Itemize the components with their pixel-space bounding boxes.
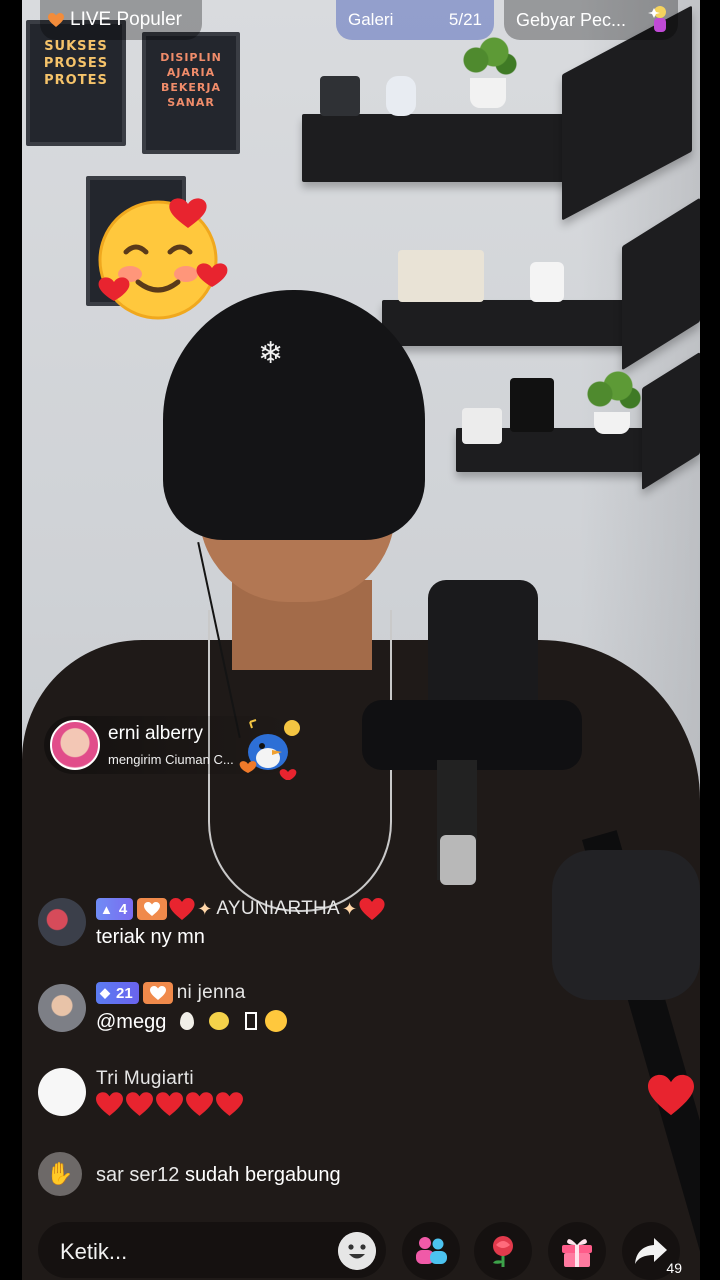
avatar[interactable] [38, 1068, 86, 1116]
sparkle-figure-icon[interactable] [648, 4, 672, 36]
heart-icon [359, 898, 385, 920]
fan-badge [142, 982, 173, 1004]
shelf-figure [320, 76, 360, 116]
shelf [302, 114, 582, 182]
avatar[interactable] [38, 984, 86, 1032]
mic-connector [440, 835, 476, 885]
rose-button[interactable] [474, 1222, 532, 1280]
fairy-icon: ✦ [342, 898, 358, 920]
live-populer-label: LIVE Populer [70, 9, 182, 30]
gift-message: mengirim Ciuman C... [108, 752, 234, 767]
potted-plant [582, 370, 642, 434]
share-count: 49 [666, 1260, 682, 1276]
comment-input-placeholder: Ketik... [60, 1239, 128, 1264]
level-value: 4 [118, 900, 128, 918]
gift-sender-name: erni alberry [108, 723, 204, 744]
wall-poster: DISIPLIN AJARIA BEKERJA SANAR [142, 32, 240, 154]
gallery-label: Galeri [348, 10, 394, 29]
heart-icon [126, 1092, 153, 1116]
heart-icon [648, 1074, 694, 1116]
level-value: 21 [116, 984, 133, 1002]
co-host-icon [416, 1237, 447, 1264]
heart-icon [149, 986, 166, 1000]
gift-icon [562, 1239, 592, 1267]
heart-icon [169, 898, 195, 920]
comment-username[interactable]: AYUNIARTHA [216, 898, 340, 920]
kiss-bird-gift-icon [239, 719, 300, 780]
perfume-box [398, 250, 484, 302]
level-badge: ▲ 4 [96, 898, 134, 920]
emoji-icon[interactable] [338, 1232, 376, 1270]
heart-icon [48, 13, 64, 27]
smiling-hearts-emoji [96, 190, 228, 320]
shelf [382, 300, 642, 346]
fairy-icon: ✦ [197, 898, 213, 920]
join-text-row: sar ser12 sudah bergabung [96, 1164, 341, 1187]
comment-input[interactable]: Ketik... [38, 1222, 386, 1278]
fan-badge [137, 898, 168, 920]
missing-glyph-icon [245, 1012, 258, 1030]
potted-plant [458, 36, 518, 108]
mug [530, 262, 564, 302]
share-button[interactable]: 49 [622, 1222, 682, 1280]
heart-icon [96, 1092, 123, 1116]
gallery-count: 5/21 [448, 10, 482, 29]
comment-username[interactable]: Tri Mugiarti [96, 1068, 194, 1090]
astronaut-figure [386, 76, 416, 116]
avatar[interactable] [50, 720, 100, 770]
share-icon [635, 1238, 667, 1264]
event-label: Gebyar Pec... [516, 9, 627, 30]
heart-icon [156, 1092, 183, 1116]
co-host-button[interactable] [402, 1222, 460, 1280]
bottom-action-bar: Ketik... 49 [0, 1220, 720, 1280]
wall-socket [462, 408, 502, 444]
gloved-hand [552, 850, 700, 1000]
wave-hand-icon: ✋ [38, 1152, 82, 1196]
gift-button[interactable] [548, 1222, 606, 1280]
egg-icon [179, 1012, 194, 1030]
comment-text: @megg [96, 1011, 167, 1033]
joined-message: sudah bergabung [184, 1164, 341, 1186]
comment-text: teriak ny mn [96, 926, 205, 948]
comment-hearts [96, 1092, 246, 1122]
level-badge: ◆ 21 [96, 982, 139, 1004]
heart-icon [186, 1092, 213, 1116]
live-stream-screen: SUKSES PROSES PROTES DISIPLIN AJARIA BEKERJA… [0, 0, 720, 1280]
avatar[interactable] [38, 898, 86, 946]
snowflake-icon: ❄ [258, 336, 284, 371]
heart-icon [144, 902, 161, 916]
heart-icon [216, 1092, 243, 1116]
chick-icon [209, 1012, 230, 1030]
rose-icon [493, 1236, 513, 1267]
beanie-hat [163, 290, 425, 540]
comment-text-row: @megg [96, 1010, 287, 1034]
smiling-hearts-icon [264, 1010, 287, 1032]
joined-username[interactable]: sar ser12 [96, 1164, 179, 1186]
comment-username[interactable]: ni jenna [177, 982, 246, 1004]
live-populer-pill[interactable]: LIVE Populer [40, 0, 202, 40]
gallery-pill[interactable]: Galeri 5/21 [336, 0, 494, 40]
candle-jar [510, 378, 554, 432]
